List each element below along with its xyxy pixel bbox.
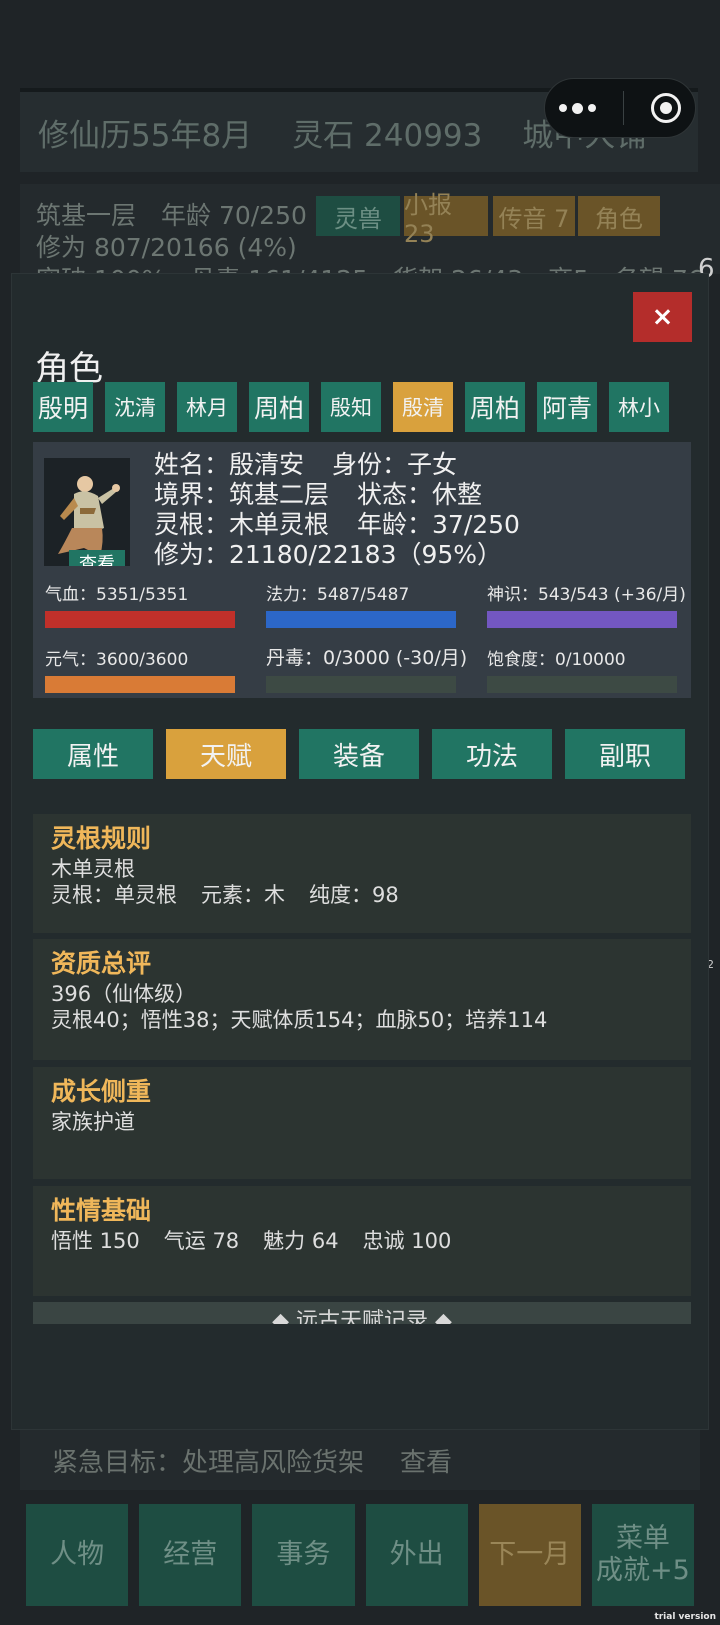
breakthrough-text: 突破 100% 丹毒 161/4125 货架 26/43 商5 名望 76	[36, 260, 704, 274]
root-rule-line2: 灵根：单灵根 元素：木 纯度：98	[51, 882, 673, 908]
urgent-goal-text: 紧急目标：处理高风险货架	[52, 1447, 365, 1478]
urgent-goal-view-link[interactable]: 查看	[400, 1442, 452, 1479]
nav-affairs-button[interactable]: 事务	[252, 1504, 355, 1606]
character-tab-8[interactable]: 林小	[609, 382, 669, 432]
aptitude-line1: 396（仙体级）	[51, 982, 197, 1006]
character-tab-4[interactable]: 殷知	[321, 382, 381, 432]
root-element: 元素：木	[201, 883, 285, 907]
character-tab-5[interactable]: 殷清	[393, 382, 453, 432]
character-tab-0[interactable]: 殷明	[33, 382, 93, 432]
trial-watermark: trial version	[654, 1612, 716, 1622]
char-root: 灵根：木单灵根	[154, 510, 330, 539]
root-type: 灵根：单灵根	[51, 883, 177, 907]
tab-techniques[interactable]: 功法	[432, 729, 552, 779]
nav-outing-button[interactable]: 外出	[365, 1504, 468, 1606]
vitality-bar	[45, 676, 235, 693]
pill-toxin-bar	[266, 676, 456, 693]
mana-label: 法力：5487/5487	[266, 585, 410, 605]
temperament-title: 性情基础	[51, 1196, 152, 1225]
growth-title: 成长侧重	[51, 1077, 152, 1106]
insight-value: 悟性 150	[51, 1229, 140, 1253]
nav-menu-button[interactable]: 菜单 成就+5	[591, 1504, 695, 1606]
satiety-label: 饱食度：0/10000	[487, 650, 626, 670]
close-program-icon[interactable]	[651, 93, 682, 123]
pet-button[interactable]: 灵兽	[316, 196, 400, 236]
bar-item-spirit-sense: 神识：543/543 (+36/月)	[487, 580, 686, 628]
bar-item-pill-toxin: 丹毒：0/3000 (-30/月)	[266, 643, 468, 693]
satiety-bar	[487, 676, 677, 693]
nav-business-button[interactable]: 经营	[139, 1504, 242, 1606]
more-records-bar[interactable]: ◆ 远古天赋记录 ◆	[33, 1302, 691, 1324]
role-button[interactable]: 角色	[578, 196, 660, 236]
aptitude-line2: 灵根40；悟性38；天赋体质154；血脉50；培养114	[51, 1008, 548, 1032]
root-purity: 纯度：98	[309, 883, 399, 907]
pill-toxin-label: 丹毒：0/3000 (-30/月)	[266, 647, 468, 669]
tab-talent[interactable]: 天赋	[166, 729, 286, 779]
tab-attributes[interactable]: 属性	[33, 729, 153, 779]
char-identity: 身份：子女	[332, 450, 458, 479]
tab-side-job[interactable]: 副职	[565, 729, 685, 779]
bar-item-satiety: 饱食度：0/10000	[487, 645, 677, 693]
spirit-stone-count: 灵石 240993	[292, 117, 483, 154]
character-tab-1[interactable]: 沈清	[105, 382, 165, 432]
bar-item-mana: 法力：5487/5487	[266, 580, 456, 628]
talent-scroll-area[interactable]: 灵根规则 木单灵根 灵根：单灵根 元素：木 纯度：98 资质总评 396（仙体级） …	[33, 814, 691, 1324]
char-name: 姓名：殷清安	[154, 450, 305, 479]
player-stats-panel: 筑基一层 年龄 70/250 修为 807/20166 (4%) 突破 100%…	[20, 184, 720, 274]
root-rule-card: 灵根规则 木单灵根 灵根：单灵根 元素：木 纯度：98	[33, 814, 691, 933]
char-realm: 境界：筑基二层	[154, 480, 330, 509]
hp-label: 气血：5351/5351	[45, 585, 189, 605]
nav-people-button[interactable]: 人物	[26, 1504, 129, 1606]
character-tab-2[interactable]: 林月	[177, 382, 237, 432]
character-tabs: 殷明 沈清 林月 周柏 殷知 殷清 周柏 阿青 林小	[33, 382, 703, 432]
char-cultivation: 修为：21180/22183（95%）	[154, 540, 503, 569]
character-info-card: 查看 姓名：殷清安 身份：子女 境界：筑基二层 状态：休整 灵根：木单灵根 年龄：37…	[33, 442, 691, 584]
aptitude-card: 资质总评 396（仙体级） 灵根40；悟性38；天赋体质154；血脉50；培养1…	[33, 939, 691, 1060]
char-age: 年龄：37/250	[357, 510, 520, 539]
loyalty-value: 忠诚 100	[362, 1229, 452, 1253]
hp-bar	[45, 611, 235, 628]
root-rule-line1: 木单灵根	[51, 857, 135, 881]
root-rule-title: 灵根规则	[51, 824, 152, 853]
bottom-navigation: 人物 经营 事务 外出 下一月 菜单 成就+5	[20, 1500, 700, 1610]
realm-age-text: 筑基一层 年龄 70/250	[36, 201, 307, 230]
view-portrait-button[interactable]: 查看	[69, 550, 125, 566]
character-modal: × 角色 殷明 沈清 林月 周柏 殷知 殷清 周柏 阿青 林小 查看 姓名：殷清…	[11, 273, 709, 1430]
bar-item-vitality: 元气：3600/3600	[45, 645, 235, 693]
vitality-label: 元气：3600/3600	[45, 650, 189, 670]
temperament-card: 性情基础 悟性 150 气运 78 魅力 64 忠诚 100	[33, 1186, 691, 1296]
news-button[interactable]: 小报 23	[404, 191, 488, 248]
bar-item-hp: 气血：5351/5351	[45, 580, 235, 628]
close-button[interactable]: ×	[633, 292, 692, 342]
character-tab-3[interactable]: 周柏	[249, 382, 309, 432]
more-options-icon[interactable]	[558, 102, 596, 114]
character-portrait[interactable]: 查看	[44, 458, 130, 566]
aptitude-title: 资质总评	[51, 949, 152, 978]
mini-program-capsule	[544, 78, 696, 138]
mana-bar	[266, 611, 456, 628]
nav-next-month-button[interactable]: 下一月	[478, 1504, 581, 1606]
cultivation-text: 修为 807/20166 (4%)	[36, 233, 297, 262]
character-tab-7[interactable]: 阿青	[537, 382, 597, 432]
growth-card: 成长侧重 家族护道	[33, 1067, 691, 1179]
charm-value: 魅力 64	[263, 1229, 339, 1253]
vital-bars-card: 气血：5351/5351 法力：5487/5487 神识：543/543 (+3…	[33, 570, 691, 698]
temperament-line1: 悟性 150 气运 78 魅力 64 忠诚 100	[51, 1228, 673, 1254]
message-button[interactable]: 传音 7	[493, 196, 575, 236]
spirit-sense-bar	[487, 611, 677, 628]
spirit-sense-label: 神识：543/543 (+36/月)	[487, 585, 686, 605]
section-tabs: 属性 天赋 装备 功法 副职	[33, 729, 691, 779]
luck-value: 气运 78	[163, 1229, 240, 1253]
calendar-date: 修仙历55年8月	[38, 117, 253, 154]
character-tab-6[interactable]: 周柏	[465, 382, 525, 432]
tab-equipment[interactable]: 装备	[299, 729, 419, 779]
growth-line1: 家族护道	[51, 1110, 135, 1134]
character-info-text: 姓名：殷清安 身份：子女 境界：筑基二层 状态：休整 灵根：木单灵根 年龄：37/25…	[154, 450, 520, 570]
urgent-goal-bar: 紧急目标：处理高风险货架 查看	[20, 1430, 700, 1490]
char-status: 状态：休整	[357, 480, 483, 509]
